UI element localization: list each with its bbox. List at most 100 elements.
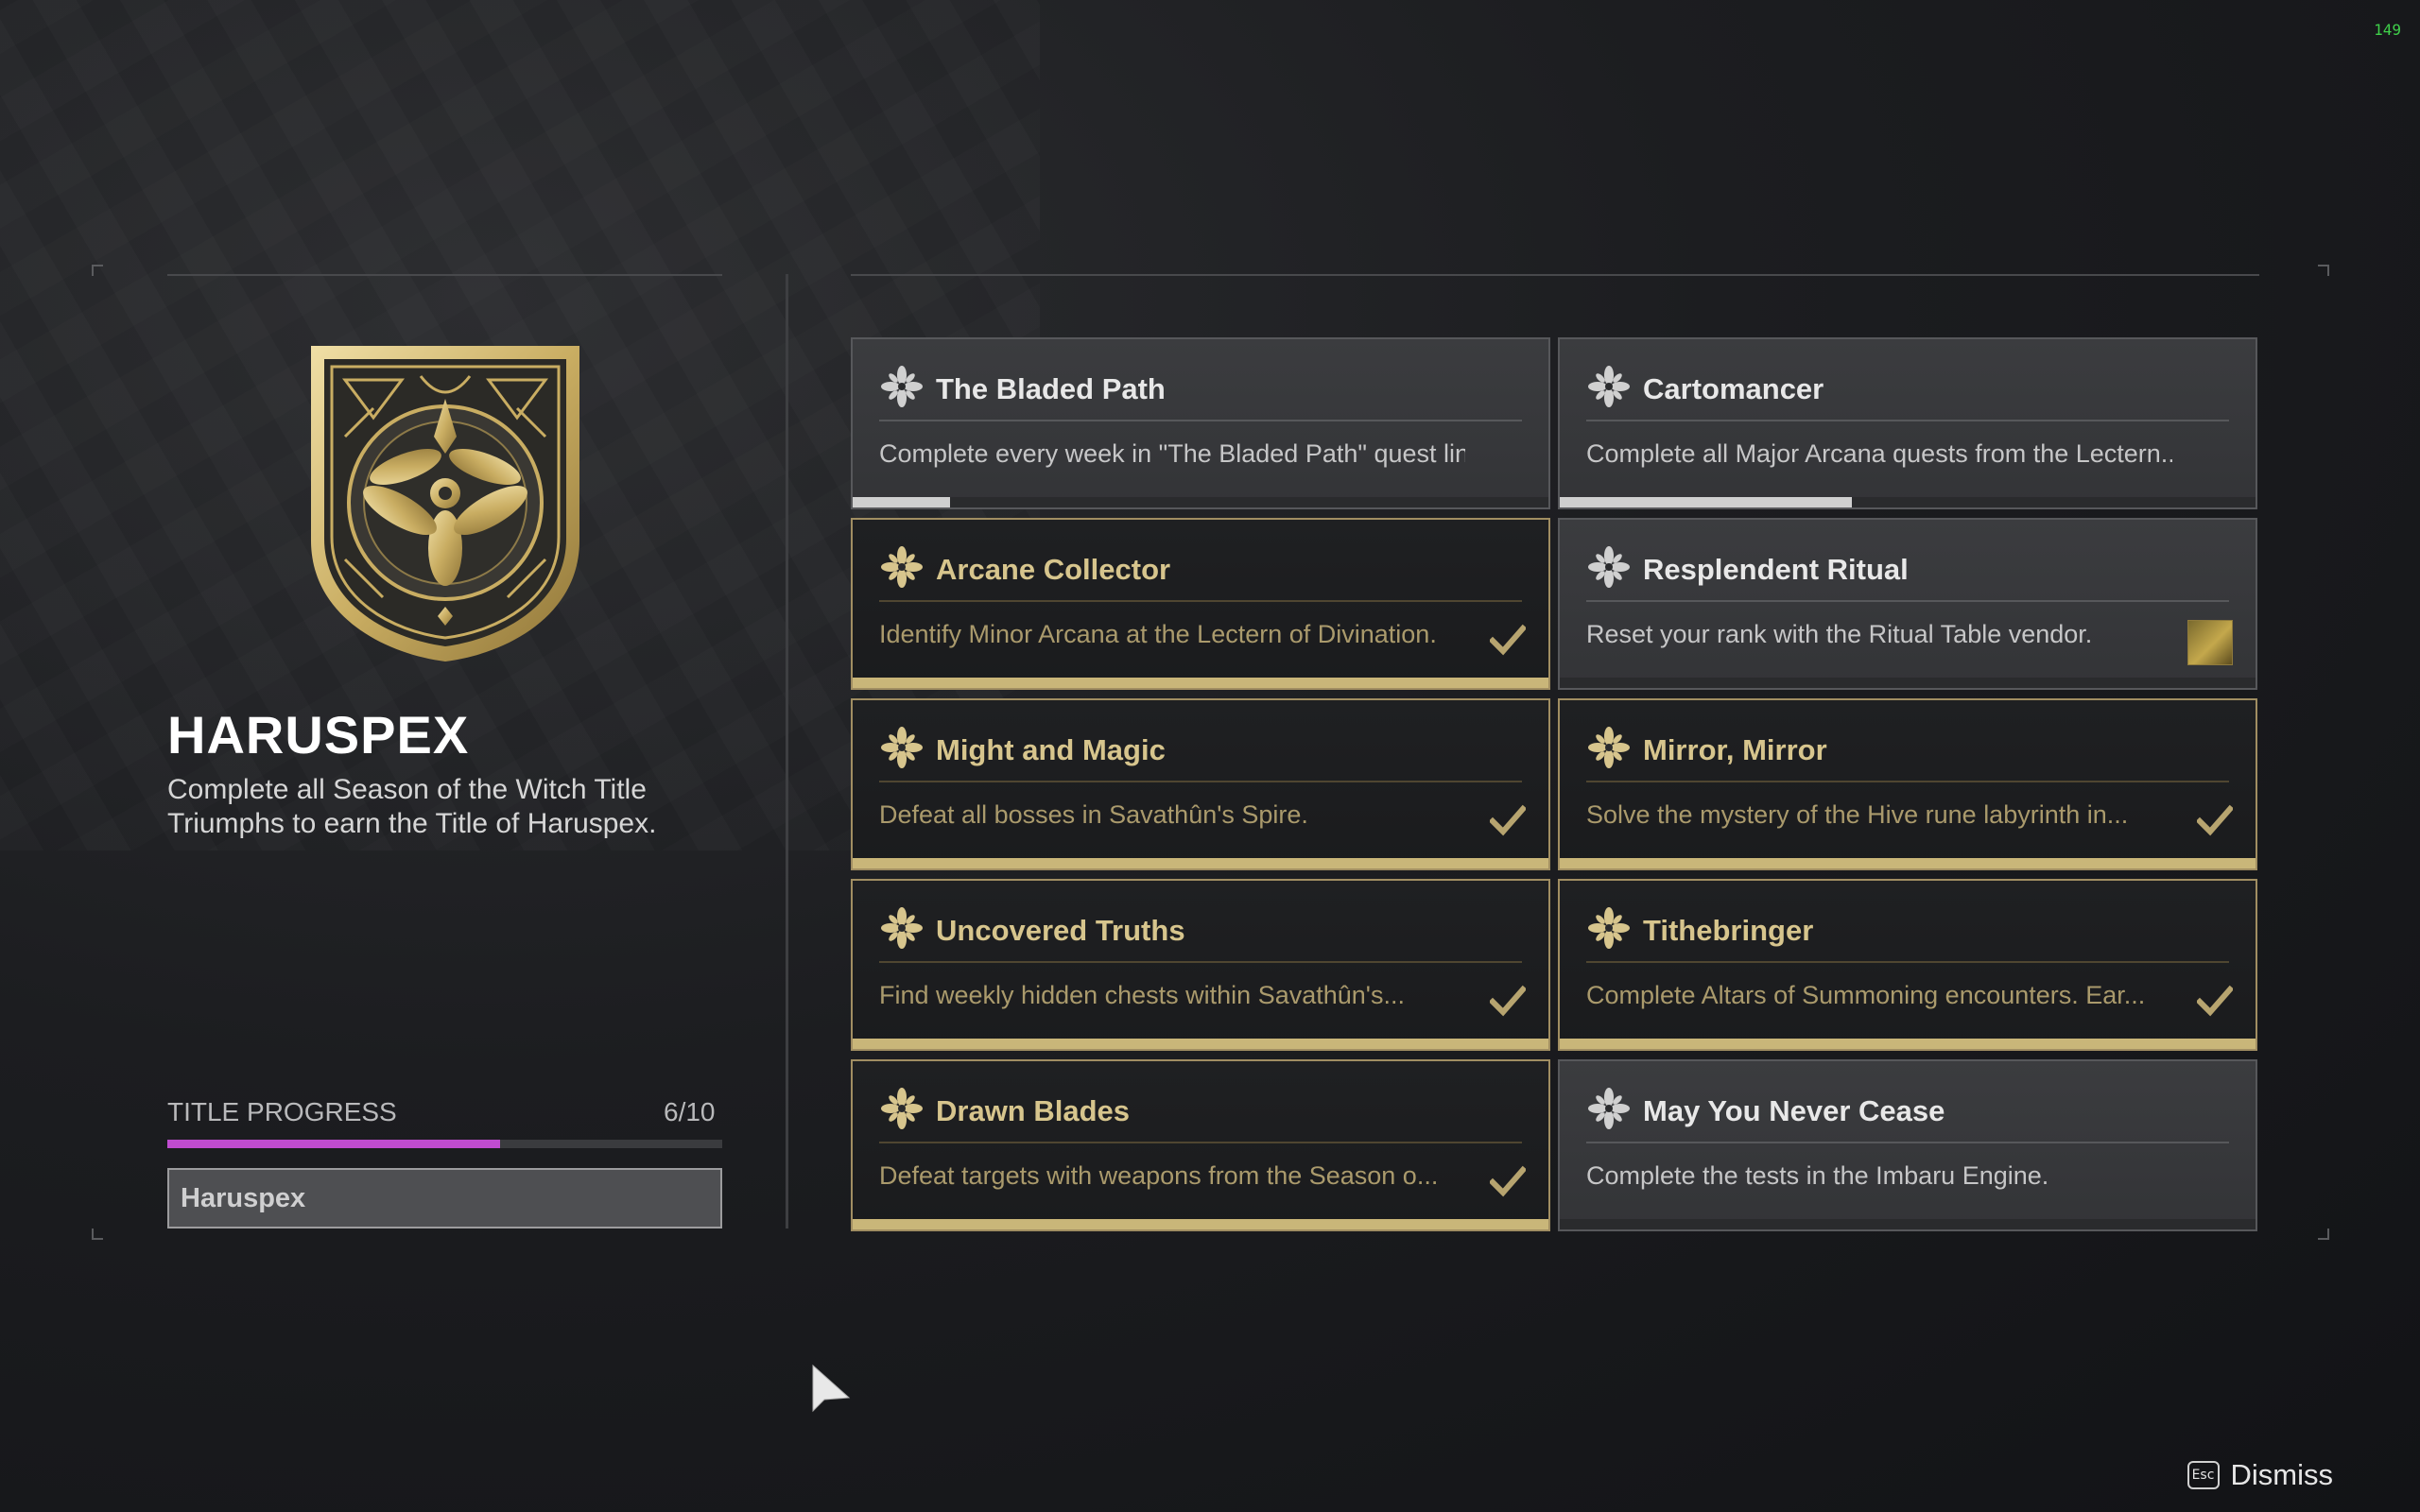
triumph-progress-bar (853, 1219, 1548, 1229)
triumph-card[interactable]: Might and Magic Defeat all bosses in Sava… (851, 698, 1550, 870)
triumph-name: Drawn Blades (936, 1093, 1131, 1127)
triumph-header: Resplendent Ritual (1586, 544, 1909, 594)
triumph-flower-icon (879, 544, 925, 594)
triumph-card[interactable]: Cartomancer Complete all Major Arcana que… (1558, 337, 2257, 509)
triumph-header: Might and Magic (879, 725, 1166, 775)
triumph-header: Arcane Collector (879, 544, 1170, 594)
triumph-progress-fill (853, 1219, 1548, 1229)
triumph-name: Resplendent Ritual (1643, 552, 1909, 586)
title-progress-count: 6/10 (664, 1097, 716, 1126)
triumph-header: Cartomancer (1586, 364, 1824, 414)
triumph-progress-fill (1560, 497, 1853, 507)
completed-check-icon (1488, 985, 1528, 1017)
triumph-description: Reset your rank with the Ritual Table ve… (1586, 620, 2093, 648)
triumph-separator (879, 420, 1522, 421)
triumph-card[interactable]: May You Never Cease Complete the tests in… (1558, 1059, 2257, 1231)
triumph-separator (1586, 1142, 2229, 1143)
triumph-name: May You Never Cease (1643, 1093, 1945, 1127)
triumph-progress-fill (853, 858, 1548, 868)
triumph-separator (1586, 961, 2229, 963)
triumph-name: Arcane Collector (936, 552, 1171, 586)
triumph-progress-fill (1560, 858, 2256, 868)
triumph-flower-icon (879, 1086, 925, 1136)
triumph-description: Identify Minor Arcana at the Lectern of … (879, 620, 1437, 648)
completed-check-icon (1488, 1165, 1528, 1197)
completed-check-icon (1488, 624, 1528, 656)
title-progress-bar (167, 1140, 722, 1148)
triumph-header: Uncovered Truths (879, 905, 1185, 955)
seal-description: Complete all Season of the Witch Title T… (167, 774, 657, 839)
triumph-card[interactable]: Uncovered Truths Find weekly hidden chest… (851, 879, 1550, 1051)
triumph-progress-bar (853, 678, 1548, 688)
triumph-separator (879, 1142, 1522, 1143)
triumph-card[interactable]: Drawn Blades Defeat targets with weapons … (851, 1059, 1550, 1231)
ritual-vendor-icon (2187, 620, 2233, 665)
mouse-cursor-icon (812, 1364, 851, 1413)
title-name-label: Haruspex (181, 1182, 306, 1213)
triumph-description: Complete the tests in the Imbaru Engine. (1586, 1161, 2049, 1190)
triumph-header: The Bladed Path (879, 364, 1166, 414)
completed-check-icon (2195, 985, 2235, 1017)
triumph-progress-bar (853, 858, 1548, 868)
seal-title: HARUSPEX (167, 705, 470, 765)
triumph-description: Defeat all bosses in Savathûn's Spire. (879, 800, 1308, 829)
title-name-box[interactable]: Haruspex (167, 1168, 722, 1228)
dismiss-label: Dismiss (2230, 1458, 2334, 1491)
triumph-progress-bar (1560, 858, 2256, 868)
triumph-name: Mirror, Mirror (1643, 732, 1827, 766)
triumph-separator (879, 600, 1522, 602)
frame-corner (92, 1228, 103, 1240)
frame-corner (2318, 1228, 2329, 1240)
triumph-separator (1586, 781, 2229, 782)
triumph-card[interactable]: Mirror, Mirror Solve the mystery of the H… (1558, 698, 2257, 870)
triumph-separator (1586, 600, 2229, 602)
triumph-description: Complete all Major Arcana quests from th… (1586, 439, 2172, 468)
esc-key-icon: Esc (2187, 1461, 2220, 1489)
triumph-header: Tithebringer (1586, 905, 1813, 955)
triumph-flower-icon (879, 905, 925, 955)
triumph-description: Complete every week in "The Bladed Path"… (879, 439, 1465, 468)
triumph-progress-bar (1560, 1219, 2256, 1229)
triumph-description: Complete Altars of Summoning encounters.… (1586, 981, 2146, 1009)
triumph-card[interactable]: The Bladed Path Complete every week in "T… (851, 337, 1550, 509)
triumph-card[interactable]: Arcane Collector Identify Minor Arcana at… (851, 518, 1550, 690)
triumph-card[interactable]: Resplendent Ritual Reset your rank with t… (1558, 518, 2257, 690)
triumph-progress-fill (1560, 1039, 2256, 1049)
triumph-progress-fill (853, 1039, 1548, 1049)
triumph-progress-bar (853, 1039, 1548, 1049)
triumph-description: Find weekly hidden chests within Savathû… (879, 981, 1405, 1009)
triumph-header: May You Never Cease (1586, 1086, 1945, 1136)
frame-corner (2318, 265, 2329, 276)
triumph-flower-icon (1586, 905, 1632, 955)
triumph-flower-icon (1586, 364, 1632, 414)
completed-check-icon (1488, 804, 1528, 836)
triumph-card[interactable]: Tithebringer Complete Altars of Summoning… (1558, 879, 2257, 1051)
triumph-progress-fill (853, 497, 951, 507)
right-panel-rule (851, 274, 2259, 276)
frame-corner (92, 265, 103, 276)
triumph-name: The Bladed Path (936, 371, 1166, 405)
triumph-separator (879, 961, 1522, 963)
panel-divider (786, 274, 788, 1228)
triumph-progress-bar (1560, 1039, 2256, 1049)
triumph-flower-icon (1586, 1086, 1632, 1136)
triumph-description: Solve the mystery of the Hive rune labyr… (1586, 800, 2129, 829)
haruspex-seal-emblem-icon (311, 346, 579, 662)
triumph-progress-bar (1560, 678, 2256, 688)
triumph-progress-bar (853, 497, 1548, 507)
triumph-separator (879, 781, 1522, 782)
completed-check-icon (2195, 804, 2235, 836)
dismiss-button[interactable]: Esc Dismiss (2187, 1458, 2334, 1492)
triumph-name: Might and Magic (936, 732, 1166, 766)
fps-counter: 149 (2374, 21, 2401, 39)
left-panel-rule (167, 274, 722, 276)
triumph-flower-icon (879, 364, 925, 414)
triumph-header: Drawn Blades (879, 1086, 1130, 1136)
triumph-flower-icon (1586, 544, 1632, 594)
triumph-description: Defeat targets with weapons from the Sea… (879, 1161, 1439, 1190)
triumph-progress-fill (853, 678, 1548, 688)
triumph-name: Cartomancer (1643, 371, 1824, 405)
triumph-flower-icon (1586, 725, 1632, 775)
triumph-flower-icon (879, 725, 925, 775)
title-progress-label: TITLE PROGRESS (167, 1097, 397, 1126)
